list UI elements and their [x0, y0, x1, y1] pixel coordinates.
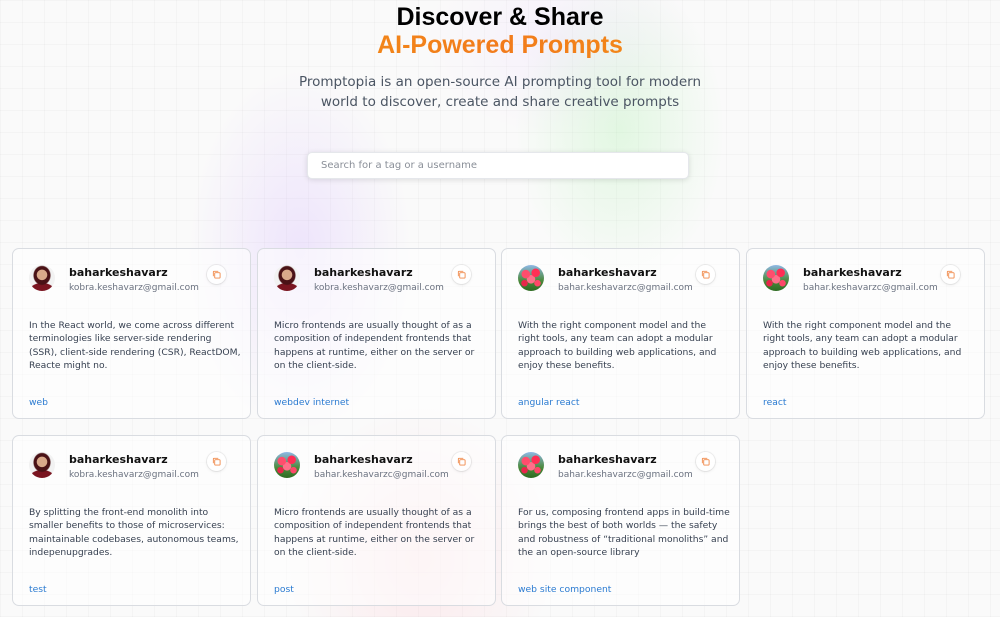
- prompt-card: baharkeshavarz kobra.keshavarz@gmail.com…: [12, 435, 251, 606]
- username[interactable]: baharkeshavarz: [558, 453, 657, 466]
- prompt-card: baharkeshavarz bahar.keshavarzc@gmail.co…: [501, 248, 740, 419]
- email: kobra.keshavarz@gmail.com: [69, 470, 199, 480]
- email: bahar.keshavarzc@gmail.com: [314, 470, 449, 480]
- prompt-card: baharkeshavarz kobra.keshavarz@gmail.com…: [12, 248, 251, 419]
- prompt-tags[interactable]: react: [763, 397, 787, 408]
- copy-button[interactable]: [941, 265, 960, 284]
- hero-title-highlight: AI-Powered Prompts: [0, 31, 1000, 60]
- email: bahar.keshavarzc@gmail.com: [803, 283, 938, 293]
- search-input[interactable]: [307, 152, 689, 179]
- copy-icon: [946, 270, 955, 279]
- username[interactable]: baharkeshavarz: [803, 266, 902, 279]
- copy-button[interactable]: [696, 265, 715, 284]
- prompt-text: For us, composing frontend apps in build…: [518, 507, 730, 558]
- username[interactable]: baharkeshavarz: [314, 453, 413, 466]
- copy-icon: [212, 457, 221, 466]
- avatar[interactable]: [274, 452, 300, 478]
- avatar[interactable]: [274, 265, 300, 291]
- prompt-tags[interactable]: web site component: [518, 584, 611, 595]
- hero-title: Discover & Share: [396, 3, 604, 31]
- prompt-text: Micro frontends are usually thought of a…: [274, 507, 475, 558]
- prompt-text: With the right component model and the r…: [763, 320, 962, 371]
- avatar[interactable]: [518, 265, 544, 291]
- prompt-tags[interactable]: angular react: [518, 397, 580, 408]
- prompt-text: With the right component model and the r…: [518, 320, 717, 371]
- username[interactable]: baharkeshavarz: [69, 266, 168, 279]
- email: kobra.keshavarz@gmail.com: [314, 283, 444, 293]
- copy-button[interactable]: [207, 265, 226, 284]
- copy-button[interactable]: [452, 265, 471, 284]
- copy-icon: [457, 457, 466, 466]
- prompt-tags[interactable]: web: [29, 397, 48, 408]
- prompt-text: By splitting the front-end monolith into…: [29, 507, 239, 558]
- prompt-card: baharkeshavarz bahar.keshavarzc@gmail.co…: [746, 248, 985, 419]
- copy-icon: [212, 270, 221, 279]
- copy-button[interactable]: [452, 452, 471, 471]
- prompt-tags[interactable]: test: [29, 584, 47, 595]
- username[interactable]: baharkeshavarz: [314, 266, 413, 279]
- username[interactable]: baharkeshavarz: [69, 453, 168, 466]
- username[interactable]: baharkeshavarz: [558, 266, 657, 279]
- avatar[interactable]: [518, 452, 544, 478]
- avatar[interactable]: [29, 265, 55, 291]
- email: bahar.keshavarzc@gmail.com: [558, 283, 693, 293]
- avatar[interactable]: [29, 452, 55, 478]
- hero-subtitle: Promptopia is an open-source AI promptin…: [298, 74, 702, 110]
- copy-button[interactable]: [696, 452, 715, 471]
- prompt-card: baharkeshavarz bahar.keshavarzc@gmail.co…: [257, 435, 496, 606]
- prompt-tags[interactable]: webdev internet: [274, 397, 349, 408]
- email: kobra.keshavarz@gmail.com: [69, 283, 199, 293]
- copy-icon: [457, 270, 466, 279]
- prompt-tags[interactable]: post: [274, 584, 294, 595]
- prompt-card: baharkeshavarz kobra.keshavarz@gmail.com…: [257, 248, 496, 419]
- avatar[interactable]: [763, 265, 789, 291]
- copy-icon: [701, 457, 710, 466]
- email: bahar.keshavarzc@gmail.com: [558, 470, 693, 480]
- prompt-text: In the React world, we come across diffe…: [29, 320, 241, 371]
- copy-button[interactable]: [207, 452, 226, 471]
- prompt-card: baharkeshavarz bahar.keshavarzc@gmail.co…: [501, 435, 740, 606]
- prompt-text: Micro frontends are usually thought of a…: [274, 320, 475, 371]
- copy-icon: [701, 270, 710, 279]
